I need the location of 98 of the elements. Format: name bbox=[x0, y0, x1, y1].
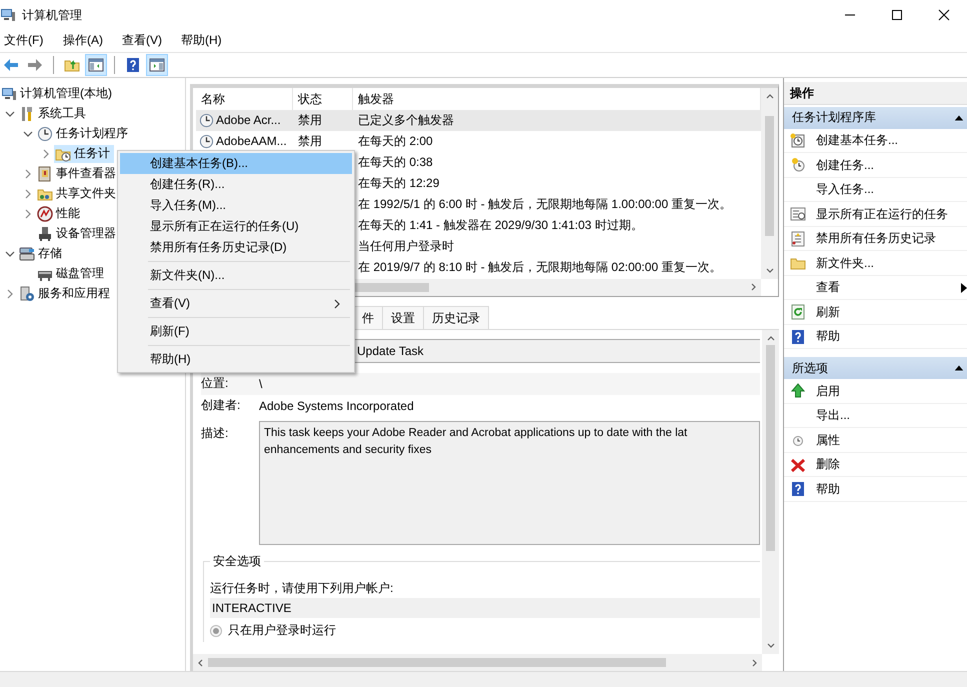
tree-item[interactable]: 计算机管理(本地) bbox=[0, 84, 116, 103]
menu-item[interactable]: 显示所有正在运行的任务(U) bbox=[120, 216, 352, 237]
delete-icon bbox=[790, 456, 806, 473]
help-icon bbox=[790, 481, 806, 498]
tree-item[interactable]: 服务和应用程 bbox=[18, 284, 114, 303]
collapse-arrow-icon[interactable] bbox=[954, 363, 964, 374]
computer-icon bbox=[0, 7, 16, 23]
pane-title: 操作 bbox=[784, 82, 967, 105]
table-cell: 已定义多个触发器 bbox=[358, 112, 454, 127]
table-cell: AdobeAAM... bbox=[216, 134, 287, 148]
window-title: 计算机管理 bbox=[22, 6, 82, 24]
pane-icon[interactable] bbox=[149, 56, 165, 73]
menu-item[interactable]: 查看(V) bbox=[119, 30, 175, 52]
action-item[interactable]: 创建任务... bbox=[784, 153, 967, 178]
action-item[interactable]: 创建基本任务... bbox=[784, 128, 967, 154]
menu-item[interactable]: 新文件夹(N)... bbox=[120, 265, 352, 286]
help-icon bbox=[790, 328, 806, 345]
action-item[interactable]: 查看 bbox=[784, 276, 967, 300]
clock-icon bbox=[199, 112, 214, 128]
tab[interactable]: 设置 bbox=[382, 306, 424, 329]
field-label: 描述: bbox=[201, 424, 230, 442]
name-field[interactable]: Update Task bbox=[352, 338, 760, 363]
submenu-arrow-icon bbox=[959, 282, 967, 294]
tree-item[interactable]: 共享文件夹 bbox=[36, 184, 120, 203]
menu-item[interactable]: 禁用所有任务历史记录(D) bbox=[120, 237, 352, 258]
action-item[interactable]: 导出... bbox=[784, 404, 967, 428]
back-arrow-icon[interactable] bbox=[3, 56, 19, 73]
section-header[interactable]: 所选项 bbox=[784, 357, 967, 380]
field-label: 位置: bbox=[201, 375, 230, 392]
action-item[interactable]: 帮助 bbox=[784, 477, 967, 502]
clock-icon bbox=[199, 134, 214, 149]
account-field: INTERACTIVE bbox=[210, 598, 760, 618]
menu-item[interactable]: 操作(A) bbox=[60, 30, 116, 52]
action-item[interactable]: 显示所有正在运行的任务 bbox=[784, 202, 967, 227]
forward-arrow-icon[interactable] bbox=[27, 56, 43, 73]
tree-item[interactable]: 磁盘管理 bbox=[36, 264, 108, 283]
action-item[interactable]: 新文件夹... bbox=[784, 251, 967, 276]
action-item[interactable]: 刷新 bbox=[784, 300, 967, 325]
tree-item[interactable]: 存储 bbox=[18, 244, 66, 263]
action-item[interactable]: 属性 bbox=[784, 428, 967, 453]
scroll-thumb[interactable] bbox=[766, 344, 775, 551]
group-title: 安全选项 bbox=[210, 552, 264, 570]
task-list-icon bbox=[790, 206, 806, 222]
help-icon[interactable] bbox=[125, 56, 141, 73]
pane-icon[interactable] bbox=[88, 56, 104, 73]
tree-item[interactable]: 任务计划程序 bbox=[36, 124, 132, 143]
menu-item[interactable]: 帮助(H) bbox=[178, 30, 234, 52]
tab[interactable]: 件 bbox=[353, 306, 383, 329]
scrollbar[interactable] bbox=[761, 88, 778, 279]
menu-item[interactable]: 导入任务(M)... bbox=[120, 195, 352, 216]
action-item[interactable]: 启用 bbox=[784, 379, 967, 404]
menu-item[interactable]: 文件(F) bbox=[1, 30, 57, 52]
description-field[interactable]: This task keeps your Adobe Reader and Acrobat applications up to date with the lat enhancements and security fixes bbox=[259, 420, 760, 545]
storage-icon bbox=[19, 246, 35, 262]
prompt-text: 运行任务时，请使用下列用户帐户: bbox=[210, 580, 394, 597]
device-icon bbox=[37, 226, 53, 242]
menu-item[interactable]: 创建任务(R)... bbox=[120, 174, 352, 195]
field-value: \ bbox=[259, 376, 262, 391]
action-item[interactable]: 禁用所有任务历史记录 bbox=[784, 226, 967, 252]
menu-item[interactable]: 查看(V) bbox=[120, 293, 352, 314]
computer-icon bbox=[1, 86, 17, 102]
log-icon bbox=[790, 230, 806, 247]
section-header[interactable]: 任务计划程序库 bbox=[784, 106, 967, 129]
action-item[interactable]: 导入任务... bbox=[784, 178, 967, 202]
tools-icon bbox=[19, 106, 35, 122]
tree-item[interactable]: 系统工具 bbox=[18, 104, 90, 123]
scroll-thumb[interactable] bbox=[208, 658, 666, 668]
tab[interactable]: 历史记录 bbox=[423, 306, 489, 329]
scrollbar[interactable] bbox=[193, 654, 762, 672]
tree-item[interactable]: 任务计 bbox=[54, 144, 114, 163]
menu-item[interactable]: 刷新(F) bbox=[120, 321, 352, 342]
clock-icon bbox=[790, 157, 806, 174]
refresh-icon bbox=[790, 304, 806, 320]
gauge-icon bbox=[37, 206, 53, 222]
tree-item[interactable]: 性能 bbox=[36, 204, 84, 223]
action-item[interactable]: 帮助 bbox=[784, 324, 967, 350]
table-cell: Adobe Acr... bbox=[216, 113, 281, 128]
field-label: 创建者: bbox=[201, 397, 242, 414]
log-book-icon bbox=[37, 166, 53, 182]
menu-item[interactable]: 帮助(H) bbox=[120, 349, 352, 370]
tree-item[interactable]: 设备管理器 bbox=[36, 224, 120, 243]
table-row[interactable]: Adobe Acr... 禁用 已定义多个触发器 bbox=[196, 110, 761, 131]
task-clock-icon bbox=[790, 132, 806, 149]
submenu-chevron-icon bbox=[332, 298, 342, 310]
scrollbar[interactable] bbox=[762, 330, 779, 654]
field-value: Adobe Systems Incorporated bbox=[259, 398, 414, 413]
services-icon bbox=[19, 286, 35, 302]
table-cell: 禁用 bbox=[298, 112, 322, 127]
table-row[interactable]: AdobeAAM... 禁用 在每天的 2:00 bbox=[196, 130, 761, 152]
table-cell: 在每天的 2:00 bbox=[358, 134, 433, 148]
close-icon[interactable] bbox=[936, 7, 952, 23]
table-cell: 禁用 bbox=[298, 134, 322, 148]
tree-item[interactable]: 事件查看器 bbox=[36, 164, 120, 183]
scroll-thumb[interactable] bbox=[765, 116, 774, 236]
up-arrow-icon bbox=[790, 383, 806, 400]
action-item[interactable]: 删除 bbox=[784, 452, 967, 478]
menu-item[interactable]: 创建基本任务(B)... bbox=[120, 153, 352, 174]
clock-icon bbox=[37, 126, 53, 142]
